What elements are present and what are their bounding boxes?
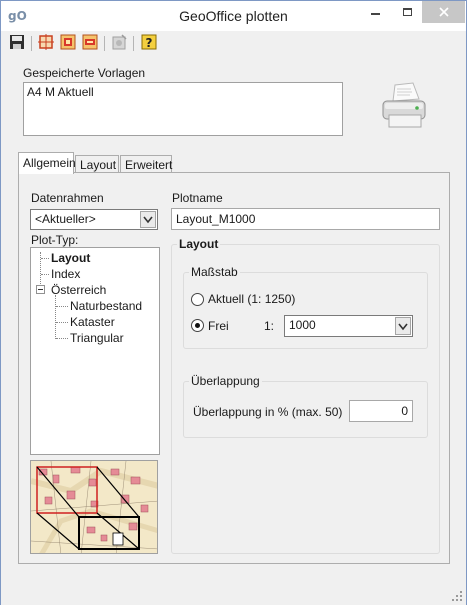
saved-templates-list[interactable]: A4 M Aktuell bbox=[23, 82, 343, 136]
toolbar: ? bbox=[7, 34, 462, 54]
template-add-icon bbox=[60, 34, 76, 50]
tree-item-oesterreich[interactable]: Österreich bbox=[51, 283, 106, 297]
overlap-value: 0 bbox=[401, 404, 408, 418]
save-icon bbox=[10, 35, 24, 49]
settings-button[interactable] bbox=[111, 34, 129, 52]
tab-allgemein[interactable]: Allgemein bbox=[18, 152, 76, 174]
frame-icon bbox=[38, 34, 54, 50]
scale-ratio-label: 1: bbox=[264, 319, 275, 333]
close-button[interactable] bbox=[422, 1, 465, 23]
scale-free-radio[interactable] bbox=[191, 319, 204, 332]
toolbar-separator bbox=[31, 36, 32, 51]
scale-value: 1000 bbox=[289, 318, 316, 332]
scale-group bbox=[183, 272, 428, 349]
tree-item-kataster[interactable]: Kataster bbox=[70, 315, 115, 329]
tree-item-naturbestand[interactable]: Naturbestand bbox=[70, 299, 142, 313]
map-preview-image bbox=[31, 461, 157, 553]
chevron-down-icon bbox=[398, 323, 408, 331]
template-remove-button[interactable] bbox=[82, 34, 100, 52]
tree-line bbox=[41, 274, 49, 275]
datenrahmen-label: Datenrahmen bbox=[31, 191, 104, 205]
close-icon bbox=[438, 7, 449, 17]
overlap-group-title: Überlappung bbox=[189, 374, 262, 388]
tree-item-triangular[interactable]: Triangular bbox=[70, 331, 124, 345]
datenrahmen-value: <Aktueller> bbox=[35, 212, 96, 226]
tree-line bbox=[56, 322, 68, 323]
tab-erweitert[interactable]: Erweitert bbox=[120, 155, 172, 173]
save-button[interactable] bbox=[9, 34, 27, 52]
svg-text:?: ? bbox=[146, 36, 153, 50]
tab-layout[interactable]: Layout bbox=[75, 155, 119, 173]
tree-line bbox=[41, 258, 49, 259]
template-item[interactable]: A4 M Aktuell bbox=[27, 85, 94, 99]
help-button[interactable]: ? bbox=[141, 34, 159, 52]
datenrahmen-dropdown-button[interactable] bbox=[140, 211, 156, 228]
scale-dropdown-button[interactable] bbox=[395, 317, 411, 335]
maximize-icon bbox=[402, 7, 412, 16]
layout-group-title: Layout bbox=[177, 237, 221, 251]
template-remove-icon bbox=[82, 34, 98, 50]
map-preview bbox=[30, 460, 158, 554]
settings-icon bbox=[112, 34, 127, 50]
collapse-toggle[interactable] bbox=[36, 285, 45, 294]
datenrahmen-select[interactable]: <Aktueller> bbox=[30, 209, 158, 230]
status-bar bbox=[1, 585, 466, 605]
printer-icon bbox=[382, 82, 426, 128]
plotname-value: Layout_M1000 bbox=[176, 212, 256, 226]
toolbar-separator bbox=[133, 36, 134, 51]
maximize-button[interactable] bbox=[393, 1, 421, 23]
tree-line bbox=[56, 338, 68, 339]
template-add-button[interactable] bbox=[60, 34, 78, 52]
tree-item-index[interactable]: Index bbox=[51, 267, 80, 281]
tree-item-layout[interactable]: Layout bbox=[51, 251, 90, 265]
scale-group-title: Maßstab bbox=[189, 265, 240, 279]
scale-free-label[interactable]: Frei bbox=[208, 319, 229, 333]
toolbar-separator bbox=[104, 36, 105, 51]
plotname-label: Plotname bbox=[172, 191, 223, 205]
overlap-input[interactable]: 0 bbox=[349, 400, 413, 422]
plotname-input[interactable]: Layout_M1000 bbox=[171, 208, 440, 230]
plottyp-tree[interactable]: Layout Index Österreich Naturbestand Kat… bbox=[30, 247, 160, 455]
help-icon: ? bbox=[141, 34, 157, 50]
scale-current-label[interactable]: Aktuell (1: 1250) bbox=[208, 292, 295, 306]
saved-templates-label: Gespeicherte Vorlagen bbox=[23, 66, 146, 80]
tree-line bbox=[56, 306, 68, 307]
chevron-down-icon bbox=[143, 216, 153, 224]
plot-dialog-window: gO GeoOffice plotten ? Gespeicherte Vorl… bbox=[0, 0, 467, 605]
plottyp-label: Plot-Typ: bbox=[31, 233, 79, 247]
tree-line bbox=[55, 295, 56, 339]
minimize-icon bbox=[370, 12, 380, 15]
scale-select[interactable]: 1000 bbox=[284, 315, 413, 337]
title-bar: gO GeoOffice plotten bbox=[1, 1, 466, 31]
minimize-button[interactable] bbox=[361, 1, 389, 23]
frame-button[interactable] bbox=[38, 34, 56, 52]
scale-current-radio[interactable] bbox=[191, 293, 204, 306]
resize-grip-icon[interactable] bbox=[452, 591, 462, 601]
print-button[interactable] bbox=[379, 81, 431, 133]
overlap-label: Überlappung in % (max. 50) bbox=[193, 405, 343, 419]
